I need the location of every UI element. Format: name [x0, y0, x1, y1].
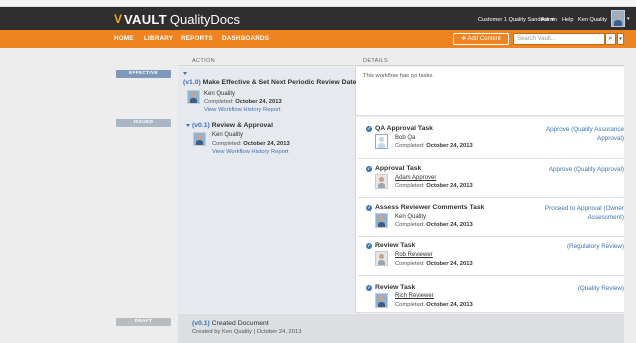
- avatar: [375, 134, 388, 149]
- task-name: Review Task: [375, 284, 416, 291]
- vault-logo-mark: V: [114, 12, 123, 26]
- task-outcome: (Quality Review): [577, 285, 624, 292]
- check-icon: ✓: [366, 166, 372, 172]
- task-divider: [358, 158, 624, 159]
- search-input[interactable]: Search Vault...: [513, 33, 605, 45]
- admin-link[interactable]: Admin: [541, 17, 557, 23]
- task-outcome: (Regulatory Review): [566, 243, 624, 250]
- completed-info: Completed: October 24, 2013: [204, 99, 282, 105]
- nav-home[interactable]: HOME: [114, 35, 134, 42]
- draft-created-by: Created by Ken Quality | October 24, 201…: [192, 329, 302, 335]
- completed-label: Completed:: [204, 99, 234, 105]
- completed-label: Completed:: [395, 222, 425, 228]
- details-column-header: DETAILS: [363, 58, 388, 64]
- version-link[interactable]: (v0.1): [192, 320, 210, 327]
- task-divider: [358, 275, 624, 276]
- completed-date: October 24, 2013: [426, 302, 473, 308]
- workflow-name: Make Effective & Set Next Periodic Revie…: [202, 79, 357, 86]
- effective-details-text: This workflow has no tasks.: [363, 73, 434, 79]
- task-user: Ken Quality: [395, 214, 427, 220]
- completed-date: October 24, 2013: [426, 222, 473, 228]
- task-completed: Completed: October 24, 2013: [395, 222, 473, 228]
- nav-dashboards[interactable]: DASHBOARDS: [222, 35, 269, 42]
- status-badge-draft: DRAFT: [116, 318, 171, 326]
- user-menu-chevron-icon[interactable]: ▾: [627, 16, 630, 22]
- task-divider: [358, 197, 624, 198]
- draft-name: Created Document: [211, 320, 269, 327]
- vault-product: Quality: [169, 11, 211, 27]
- status-badge-effective: EFFECTIVE: [116, 70, 171, 78]
- search-dropdown-icon[interactable]: ▾: [617, 33, 624, 45]
- completed-date: October 24, 2013: [235, 99, 282, 105]
- task-outcome: Proceed to Approval (Owner Assessment): [544, 205, 624, 221]
- workflow-owner: Ken Quality: [212, 132, 244, 138]
- task-user[interactable]: Rich Reviewer: [395, 293, 434, 299]
- workflow-history-link[interactable]: View Workflow History Report: [212, 149, 288, 155]
- vault-logo[interactable]: V VAULT Quality Docs: [114, 11, 241, 27]
- collapse-caret-icon[interactable]: [186, 124, 190, 127]
- task-outcome: Approve (Quality Approval): [548, 166, 624, 173]
- search-icon[interactable]: ⌕: [605, 33, 616, 45]
- completed-label: Completed:: [395, 261, 425, 267]
- completed-label: Completed:: [395, 302, 425, 308]
- task-user[interactable]: Rob Reviewer: [395, 252, 433, 258]
- nav-reports[interactable]: REPORTS: [181, 35, 213, 42]
- avatar: [375, 213, 388, 228]
- vault-product-suffix: Docs: [210, 11, 241, 27]
- header-divider: [178, 65, 624, 66]
- check-icon: ✓: [366, 243, 372, 249]
- task-completed: Completed: October 24, 2013: [395, 302, 473, 308]
- avatar: [375, 174, 388, 189]
- task-name: Approval Task: [375, 165, 422, 172]
- workflow-owner: Ken Quality: [204, 91, 236, 97]
- avatar: [187, 90, 200, 104]
- completed-date: October 24, 2013: [243, 141, 290, 147]
- column-divider: [355, 67, 356, 116]
- completed-date: October 24, 2013: [426, 183, 473, 189]
- task-name: Review Task: [375, 242, 416, 249]
- add-content-button[interactable]: ✚ Add Content: [453, 33, 509, 45]
- user-name[interactable]: Ken Quality: [578, 17, 607, 23]
- task-user: Bob Qa: [395, 135, 416, 141]
- vault-brand: VAULT: [124, 11, 167, 27]
- workflow-name: Review & Approval: [211, 122, 273, 129]
- task-divider: [358, 236, 624, 237]
- main-nav: HOME LIBRARY REPORTS DASHBOARDS ✚ Add Co…: [0, 30, 636, 48]
- user-avatar[interactable]: [611, 10, 625, 27]
- task-completed: Completed: October 24, 2013: [395, 183, 473, 189]
- completed-info: Completed: October 24, 2013: [212, 141, 290, 147]
- effective-workflow-title: (v1.0) Make Effective & Set Next Periodi…: [183, 79, 356, 86]
- status-badge-issued: ISSUED: [116, 119, 171, 127]
- version-link[interactable]: (v0.1): [192, 122, 210, 129]
- version-link[interactable]: (v1.0): [183, 79, 201, 86]
- completed-label: Completed:: [395, 143, 425, 149]
- check-icon: ✓: [366, 285, 372, 291]
- completed-label: Completed:: [212, 141, 242, 147]
- avatar: [375, 251, 388, 266]
- completed-date: October 24, 2013: [426, 143, 473, 149]
- task-completed: Completed: October 24, 2013: [395, 261, 473, 267]
- check-icon: ✓: [366, 126, 372, 132]
- avatar: [375, 293, 388, 308]
- task-outcome: Approve (Quality Assurance Approval): [545, 126, 624, 142]
- task-name: Assess Reviewer Comments Task: [375, 204, 485, 211]
- collapse-caret-icon[interactable]: [183, 72, 187, 75]
- task-user[interactable]: Adam Approver: [395, 175, 436, 181]
- help-link[interactable]: Help: [562, 17, 574, 23]
- action-column-header: ACTION: [192, 58, 215, 64]
- issued-workflow-title: (v0.1) Review & Approval: [192, 122, 273, 129]
- completed-label: Completed:: [395, 183, 425, 189]
- check-icon: ✓: [366, 205, 372, 211]
- avatar: [193, 132, 206, 146]
- column-divider: [355, 117, 356, 313]
- draft-title: (v0.1) Created Document: [192, 320, 269, 327]
- top-bar: V VAULT Quality Docs Customer 1 Quality S…: [0, 7, 636, 30]
- task-name: QA Approval Task: [375, 125, 433, 132]
- browser-strip: [0, 0, 636, 7]
- nav-library[interactable]: LIBRARY: [144, 35, 173, 42]
- workflow-history-link[interactable]: View Workflow History Report: [204, 107, 280, 113]
- task-completed: Completed: October 24, 2013: [395, 143, 473, 149]
- completed-date: October 24, 2013: [426, 261, 473, 267]
